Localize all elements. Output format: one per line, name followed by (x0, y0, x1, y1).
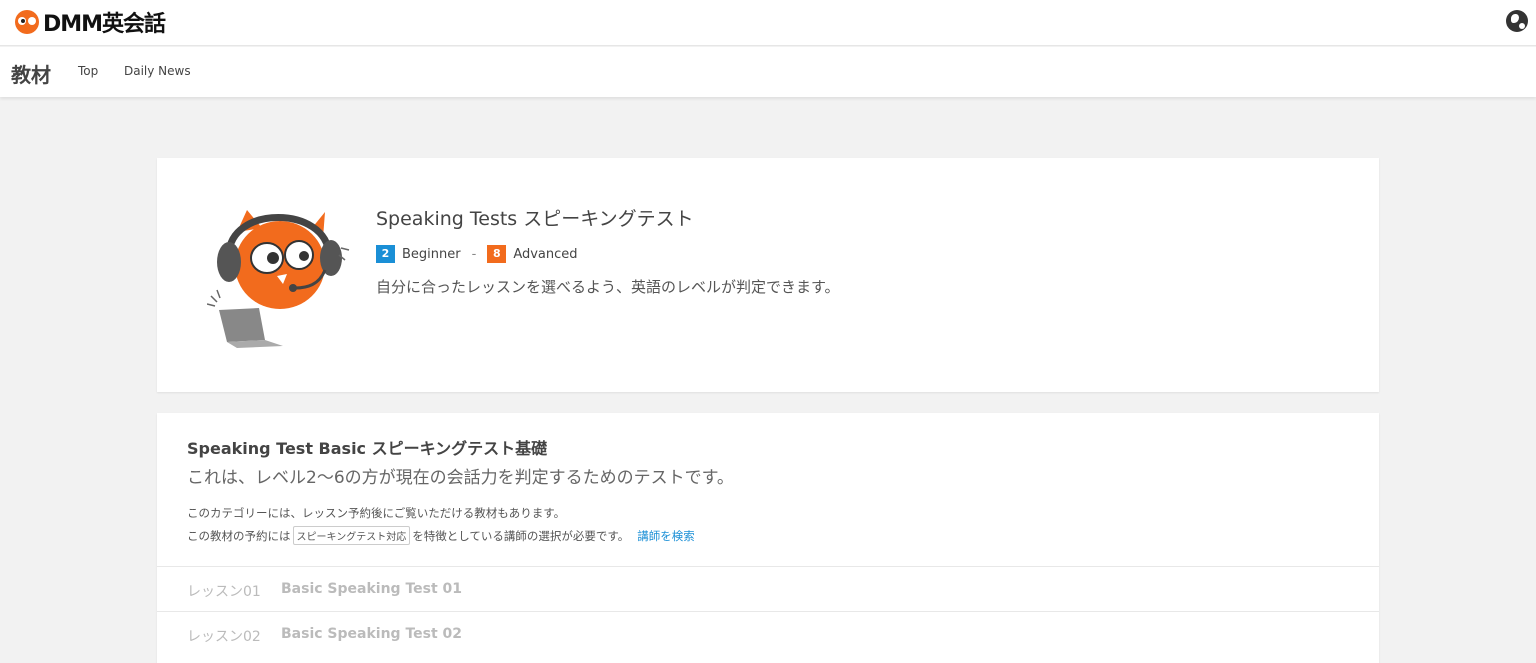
course-subtitle: これは、レベル2〜6の方が現在の会話力を判定するためのテストです。 (187, 468, 734, 488)
section-title: 教材 (11, 63, 51, 87)
nav-link-daily-news[interactable]: Daily News (124, 64, 191, 78)
owl-headset-mascot-icon (207, 210, 350, 348)
dmm-logo[interactable]: DMM英会話 (15, 9, 166, 37)
level-max-label: Advanced (513, 246, 578, 262)
category-description: 自分に合ったレッスンを選べるよう、英語のレベルが判定できます。 (376, 278, 840, 296)
lesson-name: Basic Speaking Test 02 (281, 626, 463, 642)
category-title: Speaking Tests スピーキングテスト (376, 208, 694, 230)
level-separator: - (471, 246, 477, 262)
nav-link-top[interactable]: Top (78, 64, 98, 78)
sub-navigation: 教材 Top Daily News (0, 47, 1536, 97)
level-min-badge: 2 (376, 245, 395, 263)
level-range: 2 Beginner - 8 Advanced (376, 245, 578, 263)
owl-logo-icon (15, 10, 39, 34)
note-text-after: を特徴としている講師の選択が必要です。 (412, 529, 630, 543)
lesson-number: レッスン02 (187, 629, 261, 645)
logo-text: DMM英会話 (43, 12, 166, 37)
category-header-card: Speaking Tests スピーキングテスト 2 Beginner - 8 … (157, 158, 1379, 392)
lesson-name: Basic Speaking Test 01 (281, 581, 463, 597)
search-tutor-link[interactable]: 講師を検索 (637, 529, 695, 543)
course-card: Speaking Test Basic スピーキングテスト基礎 これは、レベル2… (157, 413, 1379, 663)
lesson-row[interactable]: レッスン01 Basic Speaking Test 01 (157, 566, 1379, 611)
lesson-number: レッスン01 (187, 584, 261, 600)
level-min-label: Beginner (402, 246, 461, 262)
top-header: DMM英会話 (0, 0, 1536, 46)
course-title: Speaking Test Basic スピーキングテスト基礎 (187, 439, 548, 458)
globe-icon[interactable] (1506, 10, 1528, 32)
feature-tag: スピーキングテスト対応 (292, 526, 411, 545)
level-max-badge: 8 (487, 245, 507, 263)
note-text-before: この教材の予約には (187, 529, 291, 543)
course-note-2: この教材の予約には スピーキングテスト対応 を特徴としている講師の選択が必要です。講… (187, 526, 695, 545)
lesson-row[interactable]: レッスン02 Basic Speaking Test 02 (157, 611, 1379, 656)
course-note-1: このカテゴリーには、レッスン予約後にご覧いただける教材もあります。 (187, 506, 566, 520)
